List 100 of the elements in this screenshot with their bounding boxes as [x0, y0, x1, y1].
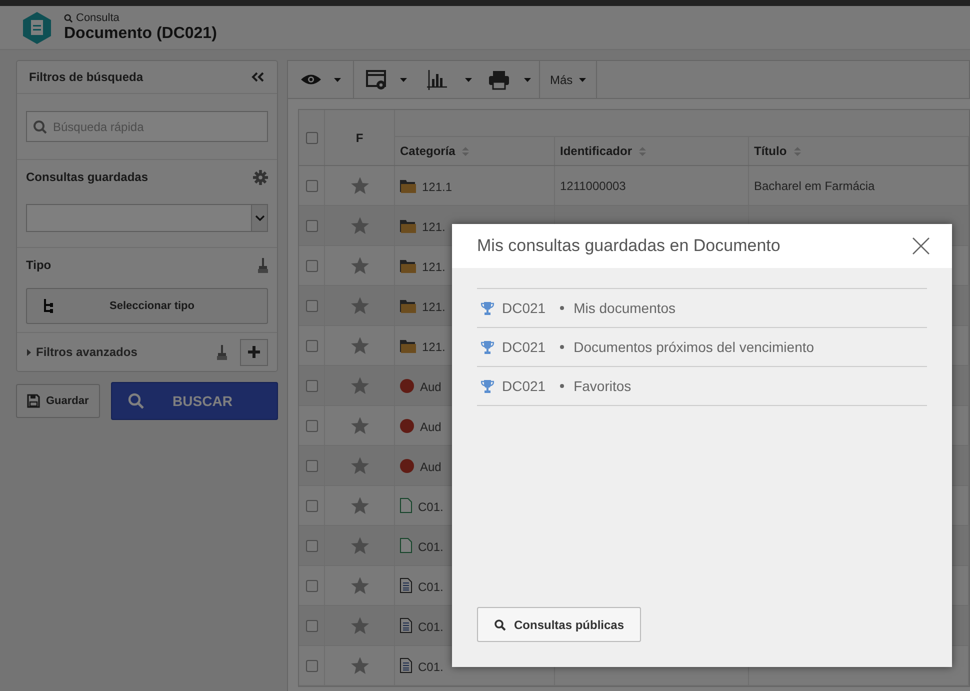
panel-title: Filtros de búsqueda — [29, 69, 144, 86]
document-icon — [400, 578, 412, 593]
star-icon[interactable] — [350, 337, 368, 354]
search-icon — [64, 14, 73, 23]
section-label: Tipo — [26, 257, 52, 274]
row-checkbox[interactable] — [306, 380, 318, 392]
table-cell-text: C01. — [418, 619, 444, 636]
trophy-icon — [481, 302, 494, 314]
sort-icon[interactable] — [462, 146, 470, 156]
folder-icon — [400, 178, 416, 192]
table-cell-text: 121. — [422, 219, 446, 236]
document-icon — [400, 618, 412, 633]
close-icon[interactable] — [912, 237, 930, 255]
trophy-icon — [481, 380, 494, 392]
row-checkbox[interactable] — [306, 620, 318, 632]
dialog-title: Mis consultas guardadas en Documento — [477, 235, 780, 258]
row-checkbox[interactable] — [306, 300, 318, 312]
table-cell-text: 121.1 — [422, 179, 452, 196]
breadcrumb-link[interactable]: Consulta — [76, 13, 120, 24]
caret-right-icon[interactable] — [27, 348, 31, 356]
search-button[interactable]: BUSCAR — [111, 382, 278, 420]
column-header[interactable]: Identificador — [560, 142, 632, 160]
saved-query-item[interactable]: DC021 Favoritos — [477, 367, 927, 406]
caret-down-icon[interactable] — [465, 78, 472, 82]
table-cell-text: Bacharel em Farmácia — [754, 178, 875, 194]
folder-icon — [400, 218, 416, 232]
column-header[interactable]: Categoría — [400, 142, 456, 160]
search-icon — [494, 618, 506, 630]
row-checkbox[interactable] — [306, 540, 318, 552]
select-all-checkbox[interactable] — [306, 132, 318, 144]
folder-icon — [400, 338, 416, 352]
row-checkbox[interactable] — [306, 580, 318, 592]
printer-icon[interactable] — [488, 70, 510, 90]
caret-down-icon[interactable] — [400, 78, 407, 82]
more-menu-button[interactable]: Más — [540, 61, 597, 98]
table-cell-text: Aud — [420, 379, 442, 396]
public-queries-button[interactable]: Consultas públicas — [477, 607, 642, 642]
row-checkbox[interactable] — [306, 220, 318, 232]
star-icon[interactable] — [350, 657, 368, 674]
sort-icon[interactable] — [639, 146, 646, 156]
table-cell-text: 121. — [422, 299, 446, 316]
file-icon — [400, 498, 412, 513]
document-logo-icon — [22, 10, 52, 44]
table-cell-text: C01. — [418, 659, 444, 676]
row-checkbox[interactable] — [306, 460, 318, 472]
caret-down-icon[interactable] — [334, 78, 341, 82]
star-icon[interactable] — [350, 297, 368, 314]
trophy-icon — [481, 340, 494, 354]
table-cell-text: 1211000003 — [560, 178, 626, 194]
column-header[interactable]: Título — [754, 142, 787, 160]
settings-icon[interactable] — [253, 170, 268, 184]
file-icon — [400, 538, 412, 553]
row-checkbox[interactable] — [306, 340, 318, 352]
page-title: Documento (DC021) — [64, 26, 217, 42]
add-filter-button[interactable] — [240, 338, 268, 366]
star-icon[interactable] — [350, 577, 368, 594]
star-icon[interactable] — [350, 377, 368, 394]
row-checkbox[interactable] — [306, 260, 318, 272]
save-button[interactable]: Guardar — [16, 384, 100, 418]
star-icon[interactable] — [350, 217, 368, 234]
star-icon[interactable] — [350, 417, 368, 434]
row-checkbox[interactable] — [306, 420, 318, 432]
search-icon — [33, 120, 47, 134]
broom-icon[interactable] — [258, 258, 268, 272]
saved-query-select[interactable] — [26, 204, 268, 232]
row-checkbox[interactable] — [306, 660, 318, 672]
broom-icon[interactable] — [217, 344, 227, 360]
eye-icon[interactable] — [300, 73, 322, 86]
saved-query-item[interactable]: DC021 Documentos próximos del vencimiento — [477, 328, 927, 367]
row-checkbox[interactable] — [306, 500, 318, 512]
saved-query-item[interactable]: DC021 Mis documentos — [477, 289, 927, 328]
table-cell-text: C01. — [418, 499, 444, 516]
star-icon[interactable] — [350, 257, 368, 274]
folder-icon — [400, 298, 416, 312]
bullet-icon — [560, 306, 564, 310]
collapse-icon[interactable] — [251, 72, 265, 82]
window-eye-icon[interactable] — [366, 70, 388, 90]
row-checkbox[interactable] — [306, 180, 318, 192]
advanced-filters-toggle[interactable]: Filtros avanzados — [36, 343, 217, 361]
document-icon — [400, 658, 412, 673]
star-icon[interactable] — [350, 457, 368, 474]
bar-chart-icon[interactable] — [427, 70, 447, 90]
dot-icon — [400, 418, 414, 432]
star-icon[interactable] — [350, 177, 368, 194]
caret-down-icon[interactable] — [524, 78, 531, 82]
section-label: Consultas guardadas — [26, 169, 148, 186]
star-icon[interactable] — [350, 497, 368, 514]
sort-icon[interactable] — [794, 146, 801, 156]
floppy-icon — [27, 394, 40, 408]
table-cell-text: 121. — [422, 339, 446, 356]
folder-icon — [400, 258, 416, 272]
table-cell-text: Aud — [420, 419, 442, 436]
star-icon[interactable] — [350, 617, 368, 634]
star-icon[interactable] — [350, 537, 368, 554]
dot-icon — [400, 378, 414, 392]
bullet-icon — [560, 384, 564, 388]
column-header[interactable]: F — [356, 128, 364, 146]
select-type-button[interactable]: Seleccionar tipo — [26, 288, 268, 324]
table-cell-text: C01. — [418, 539, 444, 556]
table-cell-text: Aud — [420, 459, 442, 476]
